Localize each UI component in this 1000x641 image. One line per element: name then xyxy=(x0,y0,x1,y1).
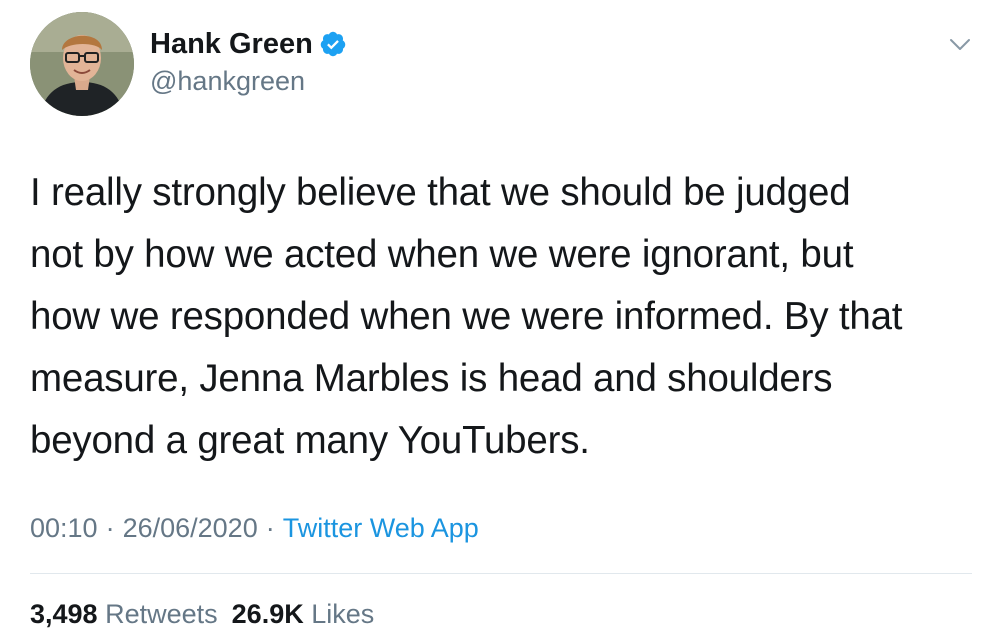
tweet-text-line: measure, Jenna Marbles is head and shoul… xyxy=(30,357,833,400)
tweet-source-link[interactable]: Twitter Web App xyxy=(283,513,479,543)
tweet-text-line: not by how we acted when we were ignoran… xyxy=(30,233,854,276)
meta-separator: · xyxy=(105,513,115,543)
author-handle[interactable]: @hankgreen xyxy=(150,66,305,97)
tweet-date[interactable]: 26/06/2020 xyxy=(123,513,258,543)
tweet-stats: 3,498 Retweets 26.9K Likes xyxy=(30,594,374,634)
avatar-image xyxy=(30,12,134,116)
tweet-text-line: how we responded when we were informed. … xyxy=(30,295,903,338)
tweet-meta: 00:10 · 26/06/2020 · Twitter Web App xyxy=(30,508,479,548)
verified-badge-icon xyxy=(319,30,347,58)
retweets-stat[interactable]: 3,498 Retweets xyxy=(30,599,218,629)
likes-count: 26.9K xyxy=(231,599,304,629)
retweets-label: Retweets xyxy=(105,599,218,629)
avatar[interactable] xyxy=(30,12,134,116)
meta-separator: · xyxy=(265,513,275,543)
likes-stat[interactable]: 26.9K Likes xyxy=(232,599,375,629)
author-name-row[interactable]: Hank Green xyxy=(150,24,347,64)
tweet-time[interactable]: 00:10 xyxy=(30,513,98,543)
likes-label: Likes xyxy=(311,599,375,629)
tweet-text-line: I really strongly believe that we should… xyxy=(30,171,851,214)
retweets-count: 3,498 xyxy=(30,599,98,629)
tweet-text-line: beyond a great many YouTubers. xyxy=(30,419,590,462)
chevron-down-icon[interactable] xyxy=(946,30,974,58)
divider xyxy=(30,573,972,574)
tweet-text: I really strongly believe that we should… xyxy=(30,162,980,472)
display-name[interactable]: Hank Green xyxy=(150,28,313,61)
